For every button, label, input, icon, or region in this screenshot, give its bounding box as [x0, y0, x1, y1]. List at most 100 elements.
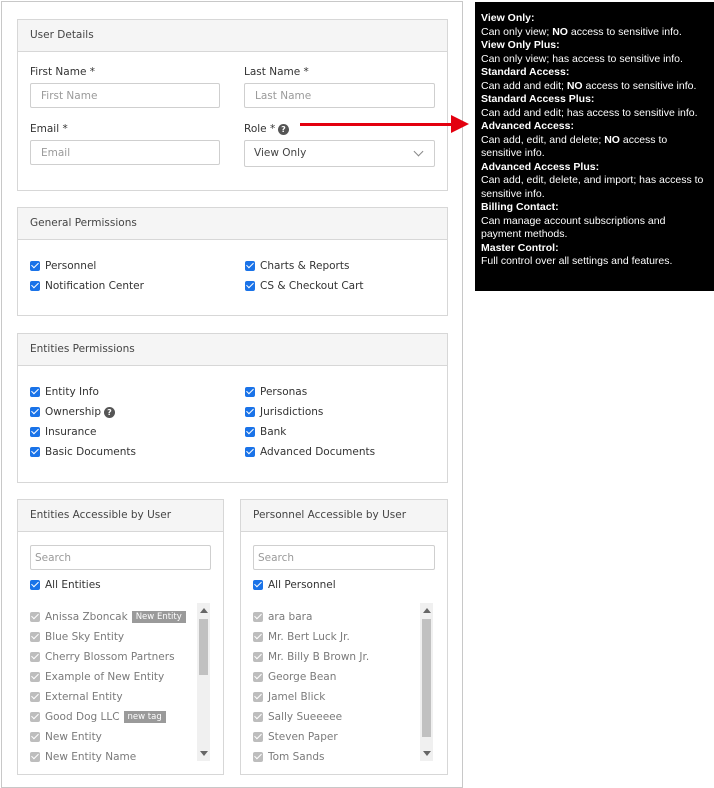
entity-item-label: New Entity Name — [45, 751, 137, 763]
entities-permissions-title: Entities Permissions — [18, 334, 447, 366]
personnel-item-label: Mr. Bert Luck Jr. — [268, 631, 350, 643]
entities-accessible-title: Entities Accessible by User — [18, 500, 223, 532]
tooltip-entry: Standard Access Plus: Can add and edit; … — [481, 93, 708, 120]
tooltip-entry-title: View Only: — [481, 12, 535, 24]
tooltip-entry: Advanced Access Plus: Can add, edit, del… — [481, 161, 708, 202]
entities-permissions-panel: Entities Permissions Entity Info Ownersh… — [17, 333, 448, 483]
desc-pre: Can manage account subscriptions and pay… — [481, 214, 666, 241]
checkbox-icon — [253, 712, 263, 722]
personnel-scrollbar[interactable] — [420, 603, 433, 761]
entity-item-label: New Entity — [45, 731, 102, 743]
checkbox-icon — [253, 692, 263, 702]
checkbox-icon[interactable] — [30, 387, 40, 397]
all-entities-label: All Entities — [45, 579, 101, 591]
scroll-up-icon[interactable] — [200, 608, 208, 613]
tooltip-entry: View Only Plus: Can only view; has acces… — [481, 39, 708, 66]
entity-item-label: Example of New Entity — [45, 671, 165, 683]
user-details-title: User Details — [18, 20, 447, 52]
desc-post: access to sensitive info. — [582, 79, 697, 92]
scroll-down-icon[interactable] — [423, 751, 431, 756]
desc-pre: Can add, edit, and delete; — [481, 133, 605, 146]
checkbox-icon[interactable] — [245, 427, 255, 437]
perm-label: Insurance — [45, 426, 97, 438]
tooltip-entry-desc: Can add, edit, and delete; NO access to … — [481, 134, 708, 161]
entity-item-label: Good Dog LLC — [45, 711, 120, 723]
personnel-item-label: Tom Sands — [268, 751, 325, 763]
entity-item-label: Anissa Zboncak — [45, 611, 128, 623]
role-help-icon[interactable]: ? — [278, 124, 289, 135]
tooltip-entry: Master Control: Full control over all se… — [481, 242, 708, 269]
checkbox-icon — [30, 672, 40, 682]
checkbox-icon — [30, 652, 40, 662]
perm-label: Basic Documents — [45, 446, 137, 458]
tooltip-entry: Billing Contact: Can manage account subs… — [481, 201, 708, 242]
tooltip-entry: View Only: Can only view; NO access to s… — [481, 12, 708, 39]
checkbox-icon[interactable] — [245, 447, 255, 457]
annotation-arrow-head-icon — [451, 115, 469, 133]
tooltip-entry-desc: Can only view; NO access to sensitive in… — [481, 26, 708, 40]
checkbox-icon[interactable] — [245, 407, 255, 417]
checkbox-icon[interactable] — [30, 447, 40, 457]
tooltip-entry-title: View Only Plus: — [481, 39, 560, 51]
checkbox-icon[interactable] — [245, 281, 255, 291]
personnel-search-input[interactable] — [253, 545, 435, 570]
personnel-item-label: ara bara — [268, 611, 313, 623]
checkbox-icon — [253, 652, 263, 662]
general-permissions-title: General Permissions — [18, 208, 447, 240]
checkbox-icon — [253, 632, 263, 642]
tooltip-entry-desc: Can only view; has access to sensitive i… — [481, 53, 708, 67]
tooltip-entry-title: Master Control: — [481, 241, 559, 254]
desc-pre: Can add and edit; has access to sensitiv… — [481, 106, 698, 119]
last-name-input[interactable] — [244, 83, 435, 108]
checkbox-icon[interactable] — [30, 261, 40, 271]
checkbox-icon[interactable] — [30, 407, 40, 417]
checkbox-icon — [30, 752, 40, 762]
tooltip-entry-title: Advanced Access: — [481, 120, 574, 132]
checkbox-icon[interactable] — [30, 580, 40, 590]
perm-label: Jurisdictions — [260, 406, 324, 418]
perm-label: Charts & Reports — [260, 260, 350, 272]
checkbox-icon[interactable] — [245, 261, 255, 271]
tooltip-entry-desc: Can add, edit, delete, and import; has a… — [481, 174, 708, 201]
entities-scrollbar[interactable] — [197, 603, 210, 761]
user-form-frame: User Details First Name * Last Name * Em… — [1, 1, 463, 788]
checkbox-icon — [253, 752, 263, 762]
scroll-down-icon[interactable] — [200, 751, 208, 756]
role-label: Role * — [244, 123, 276, 135]
entity-item-label: Blue Sky Entity — [45, 631, 125, 643]
first-name-input[interactable] — [30, 83, 220, 108]
entities-search-input[interactable] — [30, 545, 211, 570]
ownership-help-icon[interactable]: ? — [104, 407, 115, 418]
role-select-value: View Only — [254, 147, 307, 159]
checkbox-icon[interactable] — [30, 427, 40, 437]
checkbox-icon[interactable] — [253, 580, 263, 590]
tooltip-entry-desc: Can manage account subscriptions and pay… — [481, 215, 708, 242]
checkbox-icon[interactable] — [30, 281, 40, 291]
checkbox-icon — [253, 732, 263, 742]
tooltip-entry-title: Standard Access Plus: — [481, 93, 595, 105]
entities-list: Anissa Zboncak New Entity Blue Sky Entity… — [30, 603, 211, 763]
perm-label: Bank — [260, 426, 287, 438]
role-tooltip: View Only: Can only view; NO access to s… — [475, 2, 714, 291]
perm-label: Entity Info — [45, 386, 99, 398]
role-select[interactable]: View Only — [244, 140, 435, 167]
perm-label: CS & Checkout Cart — [260, 280, 364, 292]
desc-pre: Can add, edit, delete, and import; has a… — [481, 174, 704, 200]
checkbox-icon — [30, 692, 40, 702]
checkbox-icon — [30, 632, 40, 642]
perm-label: Ownership — [45, 406, 101, 418]
checkbox-icon[interactable] — [245, 387, 255, 397]
tooltip-entry-desc: Full control over all settings and featu… — [481, 255, 708, 269]
personnel-item-label: George Bean — [268, 671, 337, 683]
all-personnel-label: All Personnel — [268, 579, 336, 591]
desc-pre: Can add and edit; — [481, 79, 567, 92]
scroll-thumb[interactable] — [422, 619, 431, 737]
scroll-up-icon[interactable] — [423, 608, 431, 613]
annotation-arrow-line — [300, 123, 455, 126]
desc-pre: Can only view; — [481, 25, 553, 38]
checkbox-icon — [253, 612, 263, 622]
scroll-thumb[interactable] — [199, 619, 208, 675]
personnel-accessible-panel: Personnel Accessible by User All Personn… — [240, 499, 448, 775]
email-input[interactable] — [30, 140, 220, 165]
checkbox-icon — [253, 672, 263, 682]
